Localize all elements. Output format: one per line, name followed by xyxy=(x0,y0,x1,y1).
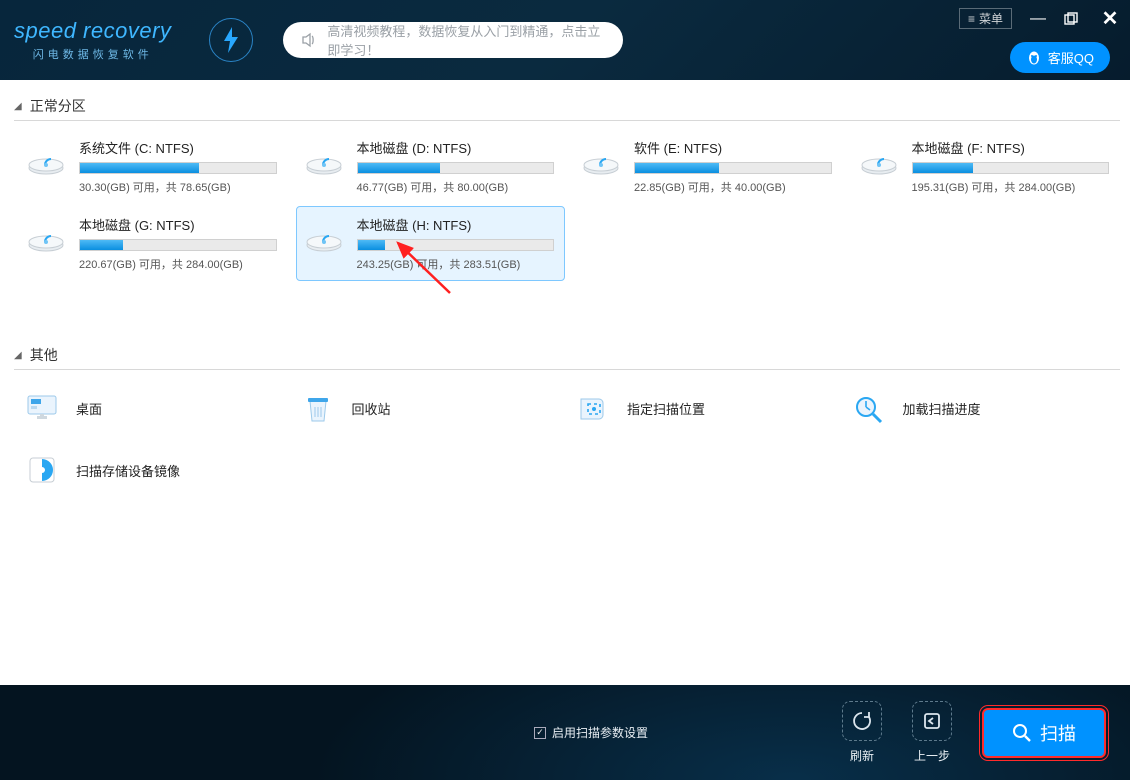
logo-subtitle: 闪电数据恢复软件 xyxy=(14,46,171,62)
hdd-icon xyxy=(303,138,345,180)
search-icon xyxy=(1012,723,1032,743)
main-content: ◢ 正常分区 系统文件 (C: NTFS) 30.30(GB) 可用，共 78.6… xyxy=(0,80,1130,685)
drive-stat: 243.25(GB) 可用，共 283.51(GB) xyxy=(357,256,555,272)
footer-bar: ✓ 启用扫描参数设置 刷新 上一步 扫描 xyxy=(0,685,1130,780)
minimize-button[interactable]: — xyxy=(1028,10,1048,28)
qq-penguin-icon xyxy=(1026,50,1042,66)
other-item-recycle[interactable]: 回收站 xyxy=(294,384,562,432)
menu-label: 菜单 xyxy=(979,10,1003,27)
drive-item[interactable]: 系统文件 (C: NTFS) 30.30(GB) 可用，共 78.65(GB) xyxy=(18,129,288,204)
menu-button[interactable]: ≡ 菜单 xyxy=(959,8,1012,29)
window-controls: ≡ 菜单 — ✕ xyxy=(959,6,1120,31)
usage-bar xyxy=(357,162,555,174)
tutorial-banner[interactable]: 高清视频教程，数据恢复从入门到精通，点击立即学习！ xyxy=(283,22,623,58)
back-label: 上一步 xyxy=(914,747,950,764)
hdd-icon xyxy=(303,215,345,257)
refresh-label: 刷新 xyxy=(850,747,874,764)
others-title: 其他 xyxy=(30,345,58,365)
drive-name: 本地磁盘 (F: NTFS) xyxy=(912,138,1110,157)
tutorial-text: 高清视频教程，数据恢复从入门到精通，点击立即学习！ xyxy=(327,21,605,59)
recycle-icon xyxy=(298,388,338,428)
close-button[interactable]: ✕ xyxy=(1100,6,1120,31)
hdd-icon xyxy=(858,138,900,180)
app-logo: speed recovery 闪电数据恢复软件 xyxy=(14,18,171,62)
other-label: 回收站 xyxy=(352,399,391,418)
disk-img-icon xyxy=(22,450,62,490)
app-header: speed recovery 闪电数据恢复软件 高清视频教程，数据恢复从入门到精… xyxy=(0,0,1130,80)
drive-name: 系统文件 (C: NTFS) xyxy=(79,138,277,157)
drive-stat: 220.67(GB) 可用，共 284.00(GB) xyxy=(79,256,277,272)
drive-grid: 系统文件 (C: NTFS) 30.30(GB) 可用，共 78.65(GB) 本地… xyxy=(10,129,1120,281)
others-grid: 桌面 回收站 指定扫描位置 加载扫描进度扫描存储设备镜像 xyxy=(10,378,1120,500)
usage-bar xyxy=(357,239,555,251)
enable-scan-params-label: 启用扫描参数设置 xyxy=(552,724,648,741)
drive-item[interactable]: 本地磁盘 (D: NTFS) 46.77(GB) 可用，共 80.00(GB) xyxy=(296,129,566,204)
collapse-triangle-icon: ◢ xyxy=(14,350,22,361)
drive-stat: 30.30(GB) 可用，共 78.65(GB) xyxy=(79,179,277,195)
drive-item[interactable]: 本地磁盘 (G: NTFS) 220.67(GB) 可用，共 284.00(GB) xyxy=(18,206,288,281)
speaker-icon xyxy=(301,32,317,48)
drive-name: 本地磁盘 (G: NTFS) xyxy=(79,215,277,234)
scan-button[interactable]: 扫描 xyxy=(982,708,1106,758)
logo-title: speed recovery xyxy=(14,18,171,44)
other-label: 桌面 xyxy=(76,399,102,418)
drive-stat: 22.85(GB) 可用，共 40.00(GB) xyxy=(634,179,832,195)
refresh-button[interactable]: 刷新 xyxy=(842,701,882,764)
drive-name: 本地磁盘 (D: NTFS) xyxy=(357,138,555,157)
checkbox-icon: ✓ xyxy=(534,727,546,739)
enable-scan-params-checkbox[interactable]: ✓ 启用扫描参数设置 xyxy=(534,724,648,741)
usage-bar xyxy=(79,239,277,251)
hdd-icon xyxy=(580,138,622,180)
target-icon xyxy=(573,388,613,428)
others-section-header[interactable]: ◢ 其他 xyxy=(14,345,1120,370)
hdd-icon xyxy=(25,215,67,257)
usage-bar xyxy=(79,162,277,174)
collapse-triangle-icon: ◢ xyxy=(14,101,22,112)
other-item-disk-img[interactable]: 扫描存储设备镜像 xyxy=(18,446,286,494)
partitions-title: 正常分区 xyxy=(30,96,86,116)
other-label: 加载扫描进度 xyxy=(903,399,981,418)
menu-lines-icon: ≡ xyxy=(968,12,975,26)
drive-name: 本地磁盘 (H: NTFS) xyxy=(357,215,555,234)
drive-item[interactable]: 软件 (E: NTFS) 22.85(GB) 可用，共 40.00(GB) xyxy=(573,129,843,204)
hdd-icon xyxy=(25,138,67,180)
other-label: 扫描存储设备镜像 xyxy=(76,461,180,480)
other-item-progress[interactable]: 加载扫描进度 xyxy=(845,384,1113,432)
back-button[interactable]: 上一步 xyxy=(912,701,952,764)
usage-bar xyxy=(912,162,1110,174)
maximize-button[interactable] xyxy=(1064,12,1084,26)
logo-bolt-icon xyxy=(209,18,253,62)
drive-stat: 46.77(GB) 可用，共 80.00(GB) xyxy=(357,179,555,195)
drive-name: 软件 (E: NTFS) xyxy=(634,138,832,157)
progress-icon xyxy=(849,388,889,428)
qq-label: 客服QQ xyxy=(1048,48,1094,67)
drive-stat: 195.31(GB) 可用，共 284.00(GB) xyxy=(912,179,1110,195)
customer-service-button[interactable]: 客服QQ xyxy=(1010,42,1110,73)
scan-label: 扫描 xyxy=(1040,720,1076,746)
drive-item[interactable]: 本地磁盘 (F: NTFS) 195.31(GB) 可用，共 284.00(GB) xyxy=(851,129,1121,204)
usage-bar xyxy=(634,162,832,174)
drive-item[interactable]: 本地磁盘 (H: NTFS) 243.25(GB) 可用，共 283.51(GB) xyxy=(296,206,566,281)
other-item-desktop[interactable]: 桌面 xyxy=(18,384,286,432)
desktop-icon xyxy=(22,388,62,428)
other-item-target[interactable]: 指定扫描位置 xyxy=(569,384,837,432)
other-label: 指定扫描位置 xyxy=(627,399,705,418)
partitions-section-header[interactable]: ◢ 正常分区 xyxy=(14,96,1120,121)
